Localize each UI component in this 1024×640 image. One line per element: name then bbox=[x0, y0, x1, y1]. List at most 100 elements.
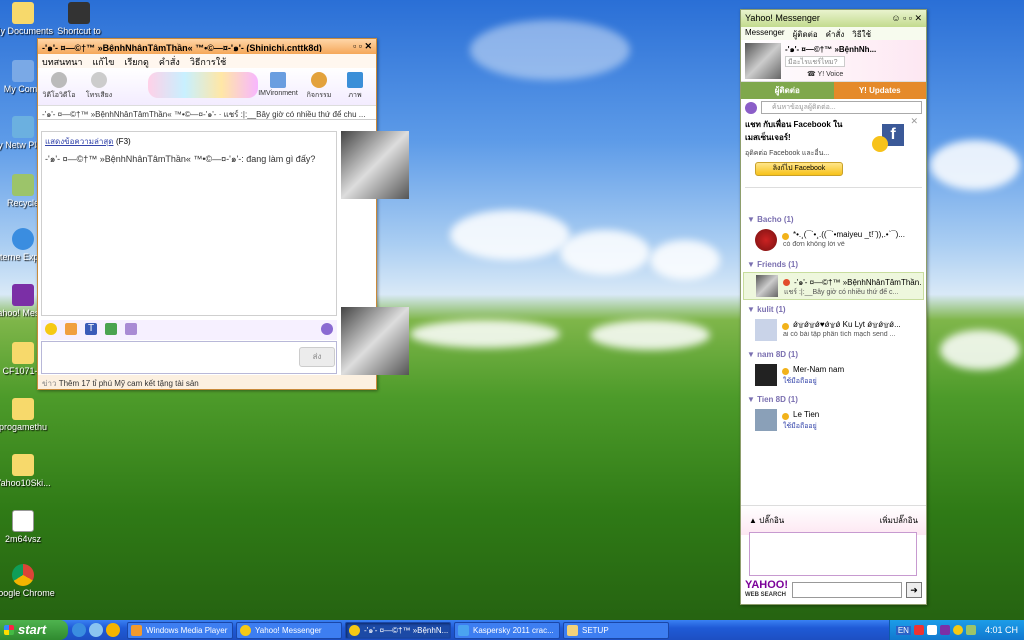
tab-contacts[interactable]: ผู้ติดต่อ bbox=[741, 82, 834, 99]
emoticon-icon[interactable] bbox=[45, 323, 57, 335]
clock[interactable]: 4:01 CH bbox=[985, 625, 1018, 635]
taskbar-item-kaspersky[interactable]: Kaspersky 2011 crac... bbox=[454, 621, 560, 639]
imvironment-icon bbox=[270, 72, 286, 88]
unikey-icon[interactable] bbox=[926, 625, 937, 635]
news-ad-bar[interactable]: ข่าว Thêm 17 tỉ phú Mỹ cam kết tặng tài … bbox=[38, 375, 376, 389]
cloud bbox=[410, 320, 560, 348]
yahoo-smiley-icon bbox=[240, 624, 251, 636]
cloud bbox=[930, 140, 1020, 190]
contact-status-line: -'๑'- ¤—©†™ »BệnhNhânTâmThần« ™•©—¤-'๑'-… bbox=[38, 106, 376, 120]
add-contact-icon[interactable] bbox=[745, 101, 757, 114]
contact-avatar bbox=[755, 319, 777, 341]
font-icon[interactable]: T bbox=[85, 323, 97, 335]
desktop-icon-yahoo10ski[interactable]: Yahoo10Ski... bbox=[0, 454, 58, 488]
buzz-icon[interactable] bbox=[65, 323, 77, 335]
news-headline[interactable]: Thêm 17 tỉ phú Mỹ cam kết tặng tài sản bbox=[59, 379, 199, 388]
imvironment-button[interactable]: IMVironment bbox=[256, 72, 300, 97]
menu-help[interactable]: วิธีใช้ bbox=[852, 28, 871, 39]
facebook-promo-headline: แชท กับเพื่อน Facebook ใน เมสเซ็นเจอร์! bbox=[745, 120, 843, 142]
contact-search-row: ค้นหาข้อมูลผู้ติดต่อ... bbox=[741, 99, 926, 116]
taskbar-item-yahoo-messenger[interactable]: Yahoo! Messenger bbox=[236, 621, 342, 639]
contact-item[interactable]: Le Tien ใช้มือถืออยู่ bbox=[743, 407, 924, 435]
plugin-bar: ▲ ปลั๊กอิน เพิ่มปลั๊กอิน bbox=[741, 505, 926, 535]
group-header[interactable]: ▼ nam 8D (1) bbox=[741, 348, 926, 361]
contact-item[interactable]: *•.¸(¯`•¸.((¯`•maiyeu _t!¨)),.•`¯)... có… bbox=[743, 227, 924, 255]
tab-updates[interactable]: Y! Updates bbox=[833, 82, 926, 99]
language-indicator[interactable]: EN bbox=[895, 625, 911, 635]
photos-button[interactable]: ภาพ bbox=[338, 72, 372, 101]
yahoo-tray-icon[interactable] bbox=[939, 625, 950, 635]
chat-titlebar[interactable]: -'๑'- ¤—©†™ »BệnhNhânTâmThần« ™•©—¤-'๑'-… bbox=[38, 39, 376, 54]
attach-icon[interactable] bbox=[125, 323, 137, 335]
cloud bbox=[470, 20, 630, 80]
taskbar-item-media-player[interactable]: Windows Media Player bbox=[127, 621, 233, 639]
internet-explorer-icon[interactable] bbox=[72, 623, 86, 637]
call-button[interactable]: โทรเสียง bbox=[82, 72, 116, 101]
messenger-tray-icon[interactable] bbox=[952, 625, 963, 635]
menu-actions[interactable]: คำสั่ง bbox=[159, 55, 180, 67]
menu-edit[interactable]: แก้ไข bbox=[92, 55, 114, 67]
facebook-link-button[interactable]: ลิงก์ไป Facebook bbox=[755, 162, 843, 176]
contact-item-selected[interactable]: -'๑'- ¤—©†™ »BệnhNhânTâmThần... แชร์ :|:… bbox=[743, 272, 924, 300]
menu-view[interactable]: เรียกดู bbox=[124, 55, 148, 67]
cloud bbox=[590, 320, 710, 350]
cloud bbox=[450, 210, 570, 260]
chat-icon bbox=[349, 624, 360, 636]
computer-icon bbox=[12, 60, 34, 82]
group-header[interactable]: ▼ Tien 8D (1) bbox=[741, 393, 926, 406]
add-contact-icon[interactable] bbox=[321, 323, 333, 335]
webcam-button[interactable]: วิดีโอวิดีโอ bbox=[42, 72, 76, 101]
group-header[interactable]: ▼ Friends (1) bbox=[741, 258, 926, 271]
status-message-input[interactable]: มีอะไรแชร์ไหม? bbox=[785, 56, 845, 67]
add-plugin-button[interactable]: เพิ่มปลั๊กอิน bbox=[880, 514, 918, 527]
plugins-button[interactable]: ▲ ปลั๊กอิน bbox=[749, 514, 784, 527]
start-button[interactable]: start bbox=[0, 620, 68, 640]
messenger-titlebar[interactable]: Yahoo! Messenger ☺ ▫ ▫ ✕ bbox=[741, 10, 926, 27]
search-go-button[interactable]: ➜ bbox=[906, 582, 922, 598]
conversation-area[interactable]: แสดงข้อความล่าสุด (F3) -'๑'- ¤—©†™ »Bệnh… bbox=[41, 131, 337, 316]
own-profile-picture[interactable] bbox=[745, 43, 781, 79]
menu-help[interactable]: วิธีการใช้ bbox=[190, 55, 226, 67]
show-desktop-icon[interactable] bbox=[89, 623, 103, 637]
recent-messages-link[interactable]: แสดงข้อความล่าสุด bbox=[45, 137, 114, 146]
contact-avatar bbox=[755, 364, 777, 386]
desktop-icon-2m64vsz[interactable]: 2m64vsz bbox=[0, 510, 58, 544]
network-tray-icon[interactable] bbox=[965, 625, 976, 635]
menu-actions[interactable]: คำสั่ง bbox=[826, 28, 845, 39]
window-controls[interactable]: ☺ ▫ ▫ ✕ bbox=[891, 13, 922, 24]
taskbar-item-setup[interactable]: SETUP bbox=[563, 621, 669, 639]
own-display-name[interactable]: -'๑'- ¤—©†™ »BệnhNh... bbox=[785, 43, 915, 56]
browser-icon[interactable] bbox=[106, 623, 120, 637]
contact-avatar bbox=[755, 409, 777, 431]
contact-item[interactable]: Mer-Nam nam ใช้มือถืออยู่ bbox=[743, 362, 924, 390]
contact-item[interactable]: ǿ۩ǿ۩ǿ♥ǿ۩ǿ Ku Lyt ǿ۩ǿ۩ǿ... ai có bài tập … bbox=[743, 317, 924, 345]
file-icon bbox=[12, 510, 34, 532]
menu-contacts[interactable]: ผู้ติดต่อ bbox=[793, 28, 818, 39]
desktop-icon-google-chrome[interactable]: Google Chrome bbox=[0, 564, 58, 598]
desktop-icon-shortcut[interactable]: Shortcut to bbox=[44, 2, 114, 36]
message-input[interactable] bbox=[41, 341, 337, 374]
media-player-icon bbox=[131, 624, 142, 636]
audible-icon[interactable] bbox=[105, 323, 117, 335]
web-search-input[interactable] bbox=[792, 582, 902, 598]
send-button[interactable]: ส่ง bbox=[299, 347, 335, 367]
activities-button[interactable]: กิจกรรม bbox=[302, 72, 336, 101]
yahoo-voice-button[interactable]: ☎ Y! Voice bbox=[807, 70, 843, 78]
contact-search-input[interactable]: ค้นหาข้อมูลผู้ติดต่อ... bbox=[761, 101, 922, 114]
desktop-icon-progamethu[interactable]: progamethu bbox=[0, 398, 58, 432]
group-header[interactable]: ▼ Bacho (1) bbox=[741, 213, 926, 226]
taskbar-item-chat[interactable]: -'๑'- ¤—©†™ »BệnhN... bbox=[345, 621, 451, 639]
menu-messenger[interactable]: Messenger bbox=[745, 28, 785, 39]
folder-icon bbox=[12, 454, 34, 476]
window-controls[interactable]: ▫ ▫ ✕ bbox=[353, 41, 372, 52]
ad-panel[interactable] bbox=[749, 532, 917, 576]
antivirus-icon[interactable] bbox=[913, 625, 924, 635]
contact-avatar[interactable] bbox=[341, 131, 409, 199]
close-icon[interactable]: ✕ bbox=[910, 116, 918, 127]
menu-conversation[interactable]: บทสนทนา bbox=[42, 55, 82, 67]
news-label: ข่าว bbox=[42, 379, 57, 388]
group-header[interactable]: ▼ kulit (1) bbox=[741, 303, 926, 316]
messenger-window[interactable]: Yahoo! Messenger ☺ ▫ ▫ ✕ Messenger ผู้ติ… bbox=[740, 9, 927, 605]
own-avatar[interactable] bbox=[341, 307, 409, 375]
chat-window[interactable]: -'๑'- ¤—©†™ »BệnhNhânTâmThần« ™•©—¤-'๑'-… bbox=[37, 38, 409, 390]
